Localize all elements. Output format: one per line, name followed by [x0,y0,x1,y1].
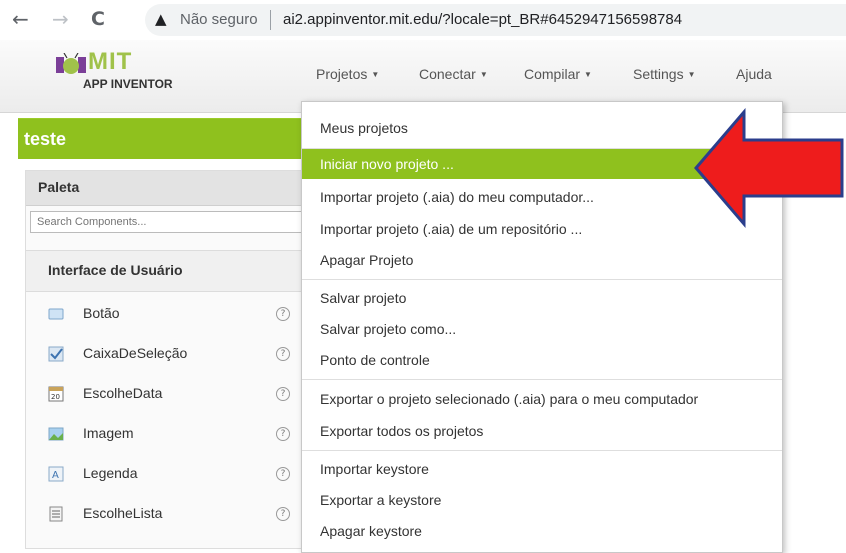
component-label: EscolheLista [83,505,163,521]
menu-item-label: Meus projetos [320,120,408,136]
menu-item-exportar-todos[interactable]: Exportar todos os projetos [302,416,782,446]
menu-label: Ajuda [736,66,772,82]
palette-panel: Paleta Interface de Usuário Botão ? Caix… [25,170,307,549]
menu-item-label: Importar projeto (.aia) do meu computado… [320,189,594,205]
logo-subtitle: APP INVENTOR [83,77,173,91]
help-icon[interactable]: ? [276,427,290,441]
warning-icon[interactable]: ▲ [155,10,167,28]
component-label: EscolheData [83,385,163,401]
category-label: Interface de Usuário [48,262,183,278]
search-box [30,211,304,233]
menu-item-importar-keystore[interactable]: Importar keystore [302,454,782,484]
help-icon[interactable]: ? [276,467,290,481]
menu-label: Compilar [524,66,581,82]
checkbox-icon [48,346,64,362]
logo-icon [56,53,86,74]
menu-item-exportar-keystore[interactable]: Exportar a keystore [302,485,782,515]
calendar-icon: 20 [48,386,64,402]
menu-item-label: Importar keystore [320,461,429,477]
menu-divider [302,279,782,280]
menu-label: Conectar [419,66,476,82]
menu-divider [302,379,782,380]
help-icon[interactable]: ? [276,507,290,521]
project-name: teste [24,129,67,149]
reload-icon[interactable]: C [91,8,105,30]
svg-text:20: 20 [51,393,60,401]
menu-item-exportar-selecionado[interactable]: Exportar o projeto selecionado (.aia) pa… [302,384,782,414]
chevron-down-icon: ▼ [687,70,696,79]
chevron-down-icon: ▼ [371,70,380,79]
menu-settings[interactable]: Settings ▼ [633,66,696,82]
palette-header: Paleta [26,171,306,206]
menu-compilar[interactable]: Compilar ▼ [524,66,592,82]
component-imagem[interactable]: Imagem ? [26,414,306,454]
menu-item-salvar-projeto[interactable]: Salvar projeto [302,283,782,313]
chevron-down-icon: ▼ [479,70,488,79]
help-icon[interactable]: ? [276,307,290,321]
menu-divider [302,450,782,451]
logo-title: MIT [88,48,133,75]
menu-item-label: Exportar a keystore [320,492,442,508]
security-label[interactable]: Não seguro [180,11,258,28]
category-user-interface[interactable]: Interface de Usuário [26,250,306,292]
menu-item-label: Importar projeto (.aia) de um repositóri… [320,221,583,237]
svg-text:A: A [52,470,59,481]
label-icon: A [48,466,64,482]
menu-ajuda[interactable]: Ajuda [736,66,772,82]
divider [270,10,271,30]
component-caixadeselecao[interactable]: CaixaDeSeleção ? [26,334,306,374]
menu-item-ponto-de-controle[interactable]: Ponto de controle [302,345,782,375]
chevron-down-icon: ▼ [584,70,592,79]
list-icon [49,506,63,522]
palette-title: Paleta [38,179,80,195]
menu-label: Settings [633,66,684,82]
menu-item-apagar-projeto[interactable]: Apagar Projeto [302,245,782,275]
menu-item-salvar-projeto-como[interactable]: Salvar projeto como... [302,314,782,344]
forward-arrow-icon[interactable]: → [52,8,69,30]
help-icon[interactable]: ? [276,387,290,401]
menu-item-label: Exportar o projeto selecionado (.aia) pa… [320,391,699,407]
menu-item-label: Apagar keystore [320,523,422,539]
menu-item-label: Apagar Projeto [320,252,414,268]
project-title-bar: teste [18,118,308,159]
url-text[interactable]: ai2.appinventor.mit.edu/?locale=pt_BR#64… [283,11,682,28]
menu-item-apagar-keystore[interactable]: Apagar keystore [302,516,782,546]
browser-toolbar: ← → C ▲ Não seguro ai2.appinventor.mit.e… [0,0,846,40]
menu-conectar[interactable]: Conectar ▼ [419,66,488,82]
menu-item-label: Ponto de controle [320,352,430,368]
back-arrow-icon[interactable]: ← [12,8,29,30]
red-arrow-annotation [694,108,844,229]
component-escolhedata[interactable]: 20 EscolheData ? [26,374,306,414]
component-label: Botão [83,305,120,321]
button-icon [48,308,64,320]
menu-projetos[interactable]: Projetos ▼ [316,66,379,82]
menu-label: Projetos [316,66,368,82]
component-escolhelista[interactable]: EscolheLista ? [26,494,306,534]
menu-item-label: Iniciar novo projeto ... [320,156,454,172]
search-components-input[interactable] [31,213,303,231]
menu-item-label: Salvar projeto [320,290,407,306]
component-label: CaixaDeSeleção [83,345,188,361]
menu-item-label: Exportar todos os projetos [320,423,484,439]
component-label: Imagem [83,425,134,441]
help-icon[interactable]: ? [276,347,290,361]
component-label: Legenda [83,465,138,481]
component-botao[interactable]: Botão ? [26,294,306,334]
menu-item-label: Salvar projeto como... [320,321,457,337]
image-icon [48,427,64,441]
component-legenda[interactable]: A Legenda ? [26,454,306,494]
address-bar[interactable]: ▲ Não seguro ai2.appinventor.mit.edu/?lo… [145,4,846,36]
